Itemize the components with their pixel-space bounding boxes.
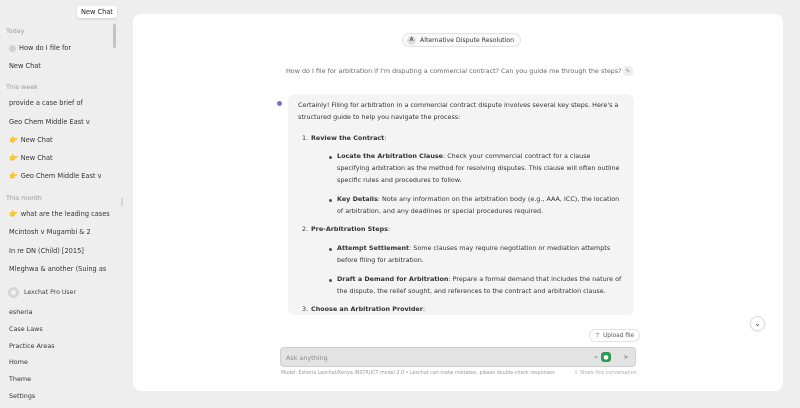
- sidebar-scrollbar[interactable]: [113, 24, 116, 48]
- upload-icon: ⇪: [574, 371, 579, 376]
- step-title: Choose an Arbitration Provider: [311, 305, 423, 314]
- answer-intro: Certainly! Filing for arbitration in a c…: [298, 101, 619, 121]
- link-home[interactable]: Home: [9, 358, 28, 366]
- user-profile[interactable]: Lexchat Pro User: [8, 287, 76, 298]
- upload-file-button[interactable]: ⊤ Upload file: [589, 329, 641, 342]
- chat-history-label: New Chat: [20, 136, 53, 144]
- chat-history-item[interactable]: 👉 New Chat: [4, 133, 110, 147]
- sidebar-resize-handle[interactable]: [121, 198, 123, 206]
- chat-history-label: Geo Chem Middle East v: [20, 172, 102, 180]
- user-name: Lexchat Pro User: [24, 289, 76, 296]
- step-detail-title: Locate the Arbitration Clause: [337, 152, 444, 161]
- chat-history-item[interactable]: provide a case brief of: [4, 96, 110, 110]
- chat-history-label: Geo Chem Middle East v: [9, 118, 90, 126]
- paperclip-icon[interactable]: ⌁: [592, 353, 600, 361]
- step-item: 3. Choose an Arbitration Provider:: [298, 304, 624, 315]
- link-settings[interactable]: Settings: [9, 392, 35, 400]
- chat-history-item[interactable]: 👉 Geo Chem Middle East v: [4, 169, 110, 183]
- disclaimer-text: Model: Esheria Lexchat/Kenya INSTRUCT mo…: [281, 371, 555, 376]
- step-detail-title: Draft a Demand for Arbitration: [337, 274, 449, 283]
- microphone-icon[interactable]: ●: [601, 352, 611, 362]
- pencil-icon[interactable]: ✎: [623, 66, 633, 76]
- hand-pointing-icon: 👉: [9, 135, 18, 144]
- chat-input-box: ⌁ ● ➤: [280, 347, 636, 367]
- chat-history-label: New Chat: [9, 62, 41, 70]
- filter-icon: ⊤: [595, 332, 601, 339]
- share-label: Share this conversation: [580, 371, 637, 376]
- section-label-this-month: This month: [6, 194, 42, 202]
- chat-history-label: New Chat: [20, 154, 53, 162]
- section-label-this-week: This week: [6, 83, 38, 91]
- assistant-message: Certainly! Filing for arbitration in a c…: [288, 94, 634, 315]
- step-item: 1. Review the Contract: Locate the Arbit…: [298, 133, 624, 218]
- share-conversation-link[interactable]: ⇪ Share this conversation: [574, 371, 637, 376]
- step-title: Pre-Arbitration Steps: [311, 225, 388, 234]
- chat-history-item[interactable]: New Chat: [4, 59, 110, 73]
- send-icon[interactable]: ➤: [621, 352, 631, 362]
- step-detail: Key Details: Note any information on the…: [311, 194, 624, 218]
- step-detail-title: Key Details: [337, 194, 378, 203]
- hand-pointing-icon: 👉: [9, 209, 18, 218]
- chat-history-label: Mcintosh v Mugambi & 2: [9, 228, 91, 236]
- chat-input[interactable]: [286, 351, 576, 364]
- upload-file-label: Upload file: [603, 332, 635, 339]
- topic-label: Alternative Dispute Resolution: [420, 36, 514, 44]
- chat-history-label: In re DN (Child) [2015]: [9, 247, 84, 255]
- chat-history-item[interactable]: Geo Chem Middle East v: [4, 115, 110, 129]
- chat-history-item[interactable]: 👉 what are the leading cases: [4, 207, 110, 221]
- chat-history-item[interactable]: How do I file for: [4, 41, 110, 55]
- chat-history-item[interactable]: 👉 New Chat: [4, 151, 110, 165]
- step-item: 2. Pre-Arbitration Steps: Attempt Settle…: [298, 224, 624, 297]
- link-theme[interactable]: Theme: [9, 375, 31, 383]
- chat-history-label: How do I file for: [19, 44, 72, 52]
- step-number: 2.: [302, 225, 309, 234]
- hand-pointing-icon: 👉: [9, 171, 18, 180]
- step-detail: Draft a Demand for Arbitration: Prepare …: [311, 274, 624, 298]
- hand-pointing-icon: 👉: [9, 153, 18, 162]
- step-detail-title: Attempt Settlement: [337, 244, 410, 253]
- step-number: 3.: [302, 305, 309, 314]
- step-detail-text: : Note any information on the arbitratio…: [337, 194, 620, 215]
- link-practice-areas[interactable]: Practice Areas: [9, 342, 55, 350]
- section-label-today: Today: [6, 27, 25, 35]
- link-case-laws[interactable]: Case Laws: [9, 325, 43, 333]
- chat-history-label: provide a case brief of: [9, 99, 83, 107]
- circle-icon: [9, 44, 16, 52]
- new-chat-tooltip: New Chat: [77, 6, 117, 18]
- step-title: Review the Contract: [311, 133, 385, 142]
- step-number: 1.: [302, 133, 309, 142]
- avatar: [8, 287, 19, 298]
- topic-badge[interactable]: A Alternative Dispute Resolution: [402, 33, 521, 47]
- topic-letter-icon: A: [407, 35, 416, 45]
- assistant-avatar-dot: [277, 101, 282, 106]
- user-message: How do I file for arbitration if I'm dis…: [286, 67, 622, 75]
- chat-history-label: Mleghwa & another (Suing as: [9, 265, 107, 273]
- chat-history-item[interactable]: Mcintosh v Mugambi & 2: [4, 225, 110, 239]
- step-detail: Locate the Arbitration Clause: Check you…: [311, 151, 624, 186]
- sidebar: New Chat Today How do I file for New Cha…: [0, 0, 126, 408]
- link-esheria[interactable]: esheria: [9, 308, 33, 316]
- step-detail: Attempt Settlement: Some clauses may req…: [311, 243, 624, 267]
- chat-history-item[interactable]: In re DN (Child) [2015]: [4, 244, 110, 258]
- chat-history-item[interactable]: Mleghwa & another (Suing as: [4, 262, 110, 276]
- chevron-down-icon[interactable]: ⌄: [750, 316, 765, 331]
- chat-history-label: what are the leading cases: [20, 210, 110, 218]
- chat-panel: A Alternative Dispute Resolution How do …: [133, 14, 783, 391]
